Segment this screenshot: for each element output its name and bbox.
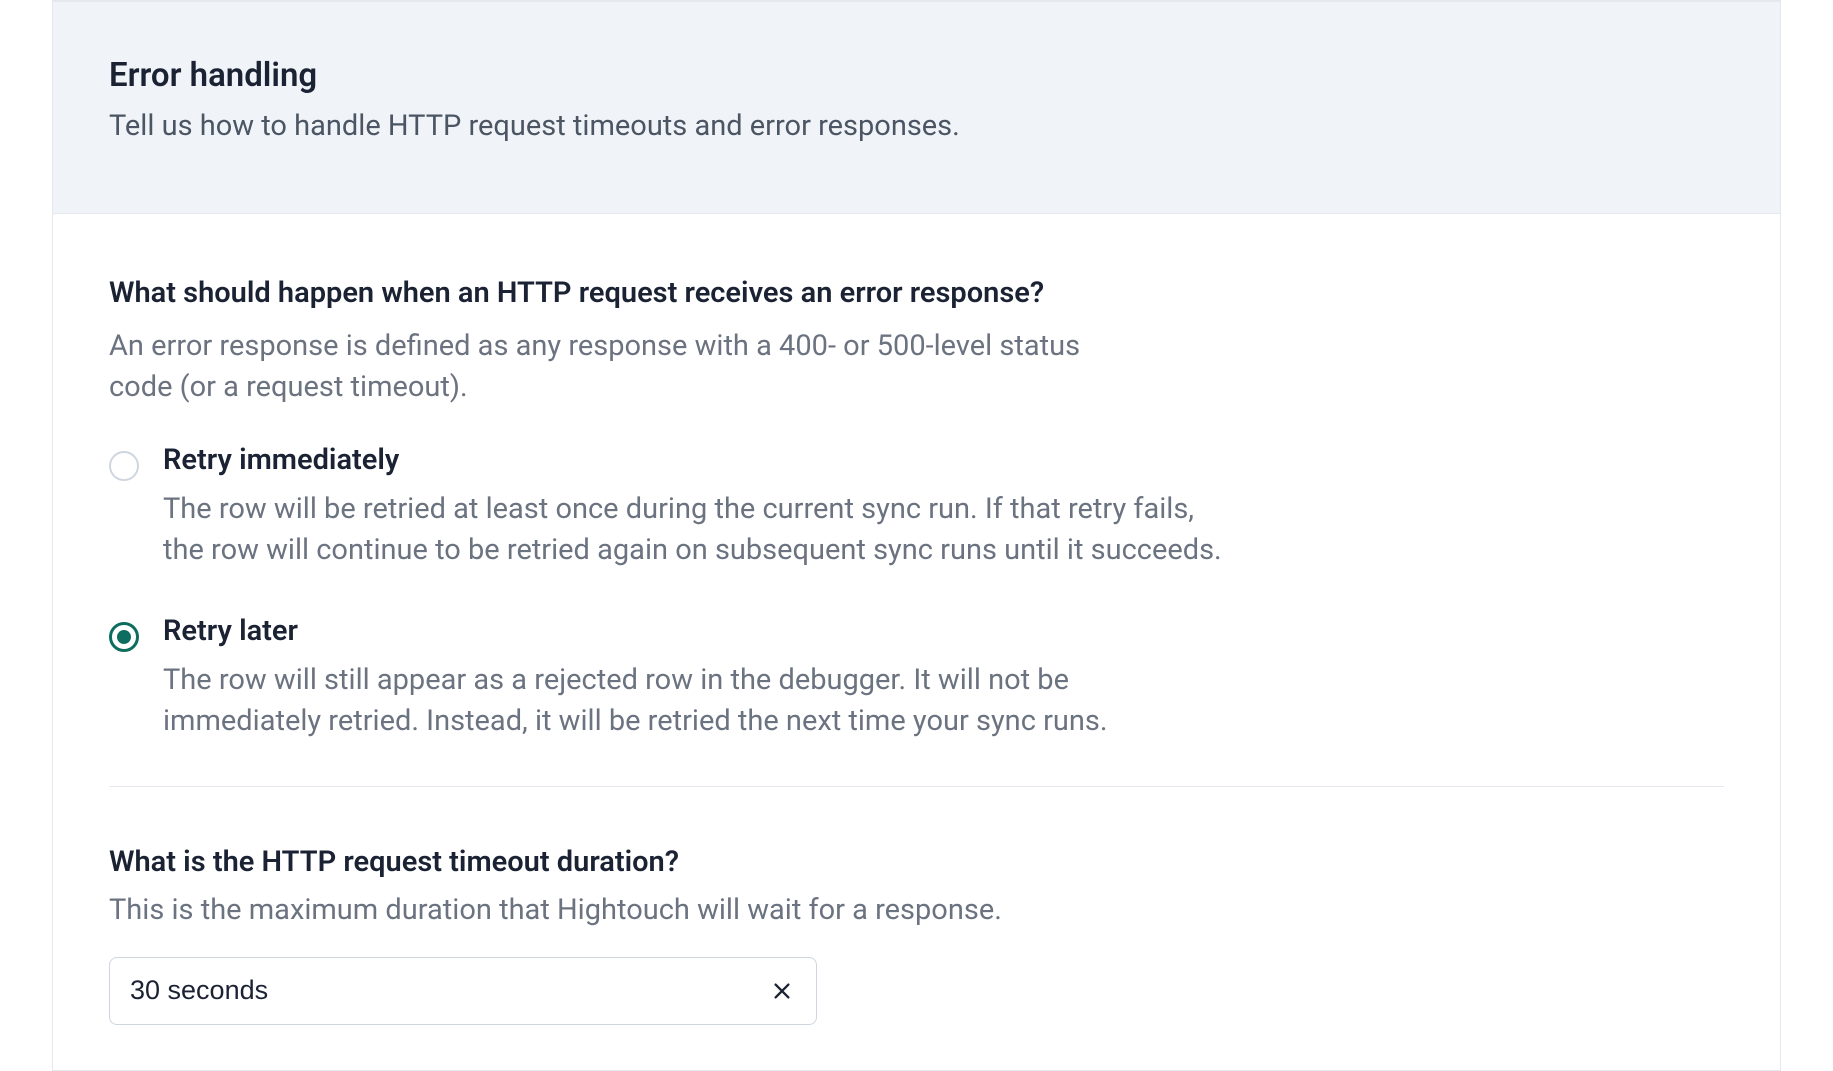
error-handling-panel: Error handling Tell us how to handle HTT… xyxy=(52,0,1781,1071)
panel-title: Error handling xyxy=(109,56,1724,95)
panel-header: Error handling Tell us how to handle HTT… xyxy=(53,2,1780,214)
option-description: The row will be retried at least once du… xyxy=(163,489,1223,570)
panel-subtitle: Tell us how to handle HTTP request timeo… xyxy=(109,109,1724,143)
error-response-options: Retry immediately The row will be retrie… xyxy=(109,443,1724,741)
option-retry-immediately[interactable]: Retry immediately The row will be retrie… xyxy=(109,443,1724,570)
clear-input-button[interactable] xyxy=(768,977,796,1005)
close-icon xyxy=(771,980,793,1002)
timeout-section: What is the HTTP request timeout duratio… xyxy=(109,845,1724,1025)
option-description: The row will still appear as a rejected … xyxy=(163,660,1223,741)
option-retry-later[interactable]: Retry later The row will still appear as… xyxy=(109,614,1724,741)
option-label: Retry immediately xyxy=(163,443,1724,477)
timeout-input[interactable] xyxy=(130,975,768,1006)
radio-retry-immediately[interactable] xyxy=(109,451,139,481)
radio-retry-later[interactable] xyxy=(109,622,139,652)
panel-body: What should happen when an HTTP request … xyxy=(53,214,1780,1025)
timeout-question: What is the HTTP request timeout duratio… xyxy=(109,845,1724,879)
error-response-description: An error response is defined as any resp… xyxy=(109,326,1109,407)
timeout-description: This is the maximum duration that Highto… xyxy=(109,893,1724,927)
option-label: Retry later xyxy=(163,614,1724,648)
radio-selected-dot xyxy=(117,630,131,644)
section-divider xyxy=(109,786,1724,787)
error-response-question: What should happen when an HTTP request … xyxy=(109,276,1724,310)
timeout-input-wrapper[interactable] xyxy=(109,957,817,1025)
